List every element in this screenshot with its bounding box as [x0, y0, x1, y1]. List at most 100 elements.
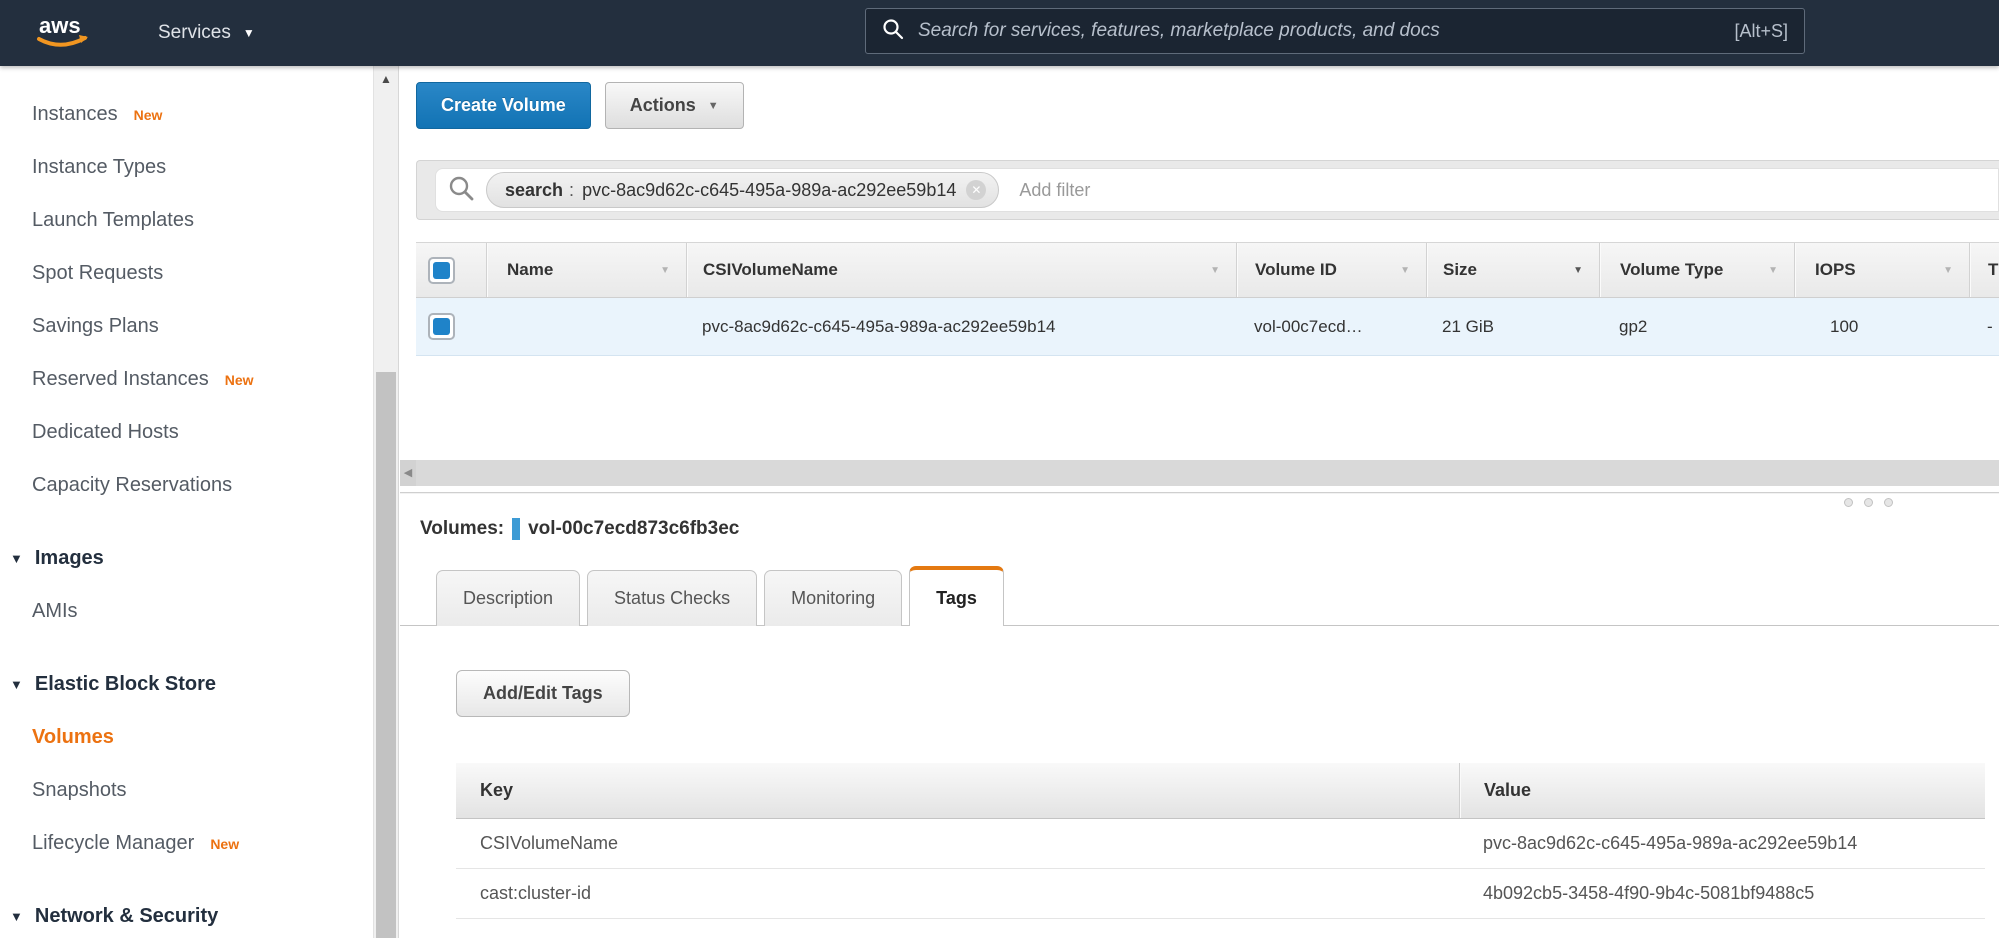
sidebar-item-label: Savings Plans — [32, 315, 159, 338]
row-cell-volume-id: vol-00c7ecd… — [1236, 298, 1426, 355]
chevron-down-icon: ▼ — [708, 100, 719, 112]
sidebar-item-capacity-reservations[interactable]: Capacity Reservations — [0, 459, 373, 512]
tab-description[interactable]: Description — [436, 570, 580, 626]
search-shortcut: [Alt+S] — [1734, 21, 1788, 42]
sidebar-item-label: Lifecycle Manager — [32, 832, 194, 855]
sidebar-item-snapshots[interactable]: Snapshots — [0, 764, 373, 817]
header-cell-iops[interactable]: IOPS ▼ — [1794, 243, 1969, 297]
horizontal-scrollbar[interactable]: ◀ — [400, 460, 1999, 486]
actions-button[interactable]: Actions ▼ — [605, 82, 744, 129]
detail-title-label: Volumes: — [420, 518, 504, 540]
sidebar-scrollbar-thumb[interactable] — [376, 372, 396, 938]
tag-row: CSIVolumeName pvc-8ac9d62c-c645-495a-989… — [456, 819, 1985, 869]
header-cell-volume-type[interactable]: Volume Type ▼ — [1599, 243, 1794, 297]
select-all-checkbox[interactable] — [428, 257, 455, 284]
new-badge: New — [210, 836, 239, 852]
sidebar-item-instance-types[interactable]: Instance Types — [0, 141, 373, 194]
sort-caret-icon[interactable]: ▼ — [1400, 265, 1410, 276]
header-cell-volume-id[interactable]: Volume ID ▼ — [1236, 243, 1426, 297]
triangle-down-icon: ▼ — [10, 909, 23, 924]
sort-caret-icon[interactable]: ▼ — [660, 265, 670, 276]
volume-color-bar — [512, 518, 520, 540]
sidebar-item-dedicated-hosts[interactable]: Dedicated Hosts — [0, 406, 373, 459]
row-cell-csivolumename: pvc-8ac9d62c-c645-495a-989a-ac292ee59b14 — [686, 298, 1236, 355]
triangle-down-icon: ▼ — [10, 677, 23, 692]
tags-header-value: Value — [1459, 763, 1985, 818]
row-cell-throughput: - — [1969, 298, 1999, 355]
scroll-left-arrow-icon[interactable]: ◀ — [400, 460, 416, 486]
sort-caret-icon[interactable]: ▼ — [1943, 265, 1953, 276]
top-nav: aws Services ▼ Search for services, feat… — [0, 0, 1999, 66]
detail-title: Volumes: vol-00c7ecd873c6fb3ec — [420, 518, 1999, 540]
tags-table: Key Value CSIVolumeName pvc-8ac9d62c-c64… — [456, 763, 1985, 919]
search-icon — [882, 18, 904, 45]
sort-caret-icon-active[interactable]: ▼ — [1573, 265, 1583, 276]
sort-caret-icon[interactable]: ▼ — [1768, 265, 1778, 276]
sidebar-item-volumes[interactable]: Volumes — [0, 711, 373, 764]
header-cell-checkbox — [416, 243, 486, 297]
sidebar-item-label: Spot Requests — [32, 262, 163, 285]
detail-pane: Volumes: vol-00c7ecd873c6fb3ec Descripti… — [400, 506, 1999, 938]
tag-value: 4b092cb5-3458-4f90-9b4c-5081bf9488c5 — [1459, 869, 1985, 918]
new-badge: New — [134, 107, 163, 123]
add-edit-tags-button[interactable]: Add/Edit Tags — [456, 670, 630, 717]
tags-tab-content: Add/Edit Tags Key Value CSIVolumeName pv… — [400, 670, 1999, 919]
triangle-down-icon: ▼ — [10, 551, 23, 566]
sidebar-section-label: Elastic Block Store — [35, 673, 216, 696]
row-cell-size: 21 GiB — [1426, 298, 1599, 355]
header-cell-csivolumename[interactable]: CSIVolumeName ▼ — [686, 243, 1236, 297]
sidebar-item-reserved-instances[interactable]: Reserved Instances New — [0, 353, 373, 406]
row-checkbox[interactable] — [428, 313, 455, 340]
sidebar-item-instances[interactable]: Instances New — [0, 88, 373, 141]
sort-caret-icon[interactable]: ▼ — [1210, 265, 1220, 276]
sidebar-item-label: Launch Templates — [32, 209, 194, 232]
aws-logo[interactable]: aws — [35, 11, 95, 55]
remove-filter-icon[interactable]: ✕ — [966, 180, 986, 200]
tab-monitoring[interactable]: Monitoring — [764, 570, 902, 626]
services-menu[interactable]: Services ▼ — [158, 0, 255, 66]
tags-table-header: Key Value — [456, 763, 1985, 819]
filter-input[interactable]: search : pvc-8ac9d62c-c645-495a-989a-ac2… — [435, 168, 1999, 212]
sidebar-item-launch-templates[interactable]: Launch Templates — [0, 194, 373, 247]
tab-tags[interactable]: Tags — [909, 566, 1004, 626]
detail-volume-id: vol-00c7ecd873c6fb3ec — [528, 518, 739, 540]
aws-console: aws Services ▼ Search for services, feat… — [0, 0, 1999, 938]
sidebar-item-lifecycle-manager[interactable]: Lifecycle Manager New — [0, 817, 373, 870]
detail-tabs: Description Status Checks Monitoring Tag… — [436, 566, 1999, 626]
sidebar-item-label: Instance Types — [32, 156, 166, 179]
scroll-up-arrow-icon[interactable]: ▲ — [374, 72, 398, 86]
header-cell-size[interactable]: Size ▼ — [1426, 243, 1599, 297]
volume-row[interactable]: pvc-8ac9d62c-c645-495a-989a-ac292ee59b14… — [416, 298, 1999, 356]
column-label: IOPS — [1815, 260, 1856, 280]
toolbar: Create Volume Actions ▼ — [416, 82, 744, 129]
pane-divider — [400, 492, 1999, 493]
sidebar-section-images[interactable]: ▼ Images — [0, 532, 373, 585]
sidebar-section-label: Network & Security — [35, 905, 218, 928]
sidebar-item-spot-requests[interactable]: Spot Requests — [0, 247, 373, 300]
filter-tag-key: search — [505, 180, 563, 201]
sidebar-section-network-security[interactable]: ▼ Network & Security — [0, 890, 373, 938]
tab-status-checks[interactable]: Status Checks — [587, 570, 757, 626]
global-search-input[interactable]: Search for services, features, marketpla… — [865, 8, 1805, 54]
volumes-table: Name ▼ CSIVolumeName ▼ Volume ID ▼ Size … — [416, 242, 1999, 356]
sidebar-item-label: AMIs — [32, 600, 78, 623]
sidebar-item-amis[interactable]: AMIs — [0, 585, 373, 638]
sidebar-item-label: Volumes — [32, 726, 114, 749]
new-badge: New — [225, 372, 254, 388]
filter-tag-search[interactable]: search : pvc-8ac9d62c-c645-495a-989a-ac2… — [486, 172, 999, 208]
add-filter-placeholder[interactable]: Add filter — [1019, 180, 1090, 201]
row-cell-iops: 100 — [1794, 298, 1969, 355]
tag-key: cast:cluster-id — [456, 869, 1459, 918]
column-label: CSIVolumeName — [703, 260, 838, 280]
sidebar-scrollbar[interactable]: ▲ — [373, 66, 399, 938]
create-volume-button[interactable]: Create Volume — [416, 82, 591, 129]
sidebar-section-elastic-block-store[interactable]: ▼ Elastic Block Store — [0, 658, 373, 711]
tags-header-key: Key — [456, 763, 1459, 818]
sidebar-item-savings-plans[interactable]: Savings Plans — [0, 300, 373, 353]
filter-bar: search : pvc-8ac9d62c-c645-495a-989a-ac2… — [416, 160, 1999, 220]
header-cell-name[interactable]: Name ▼ — [486, 243, 686, 297]
tag-value: pvc-8ac9d62c-c645-495a-989a-ac292ee59b14 — [1459, 819, 1985, 868]
column-label: T — [1988, 260, 1998, 280]
header-cell-throughput-truncated[interactable]: T — [1969, 243, 1999, 297]
aws-logo-text: aws — [39, 13, 81, 38]
